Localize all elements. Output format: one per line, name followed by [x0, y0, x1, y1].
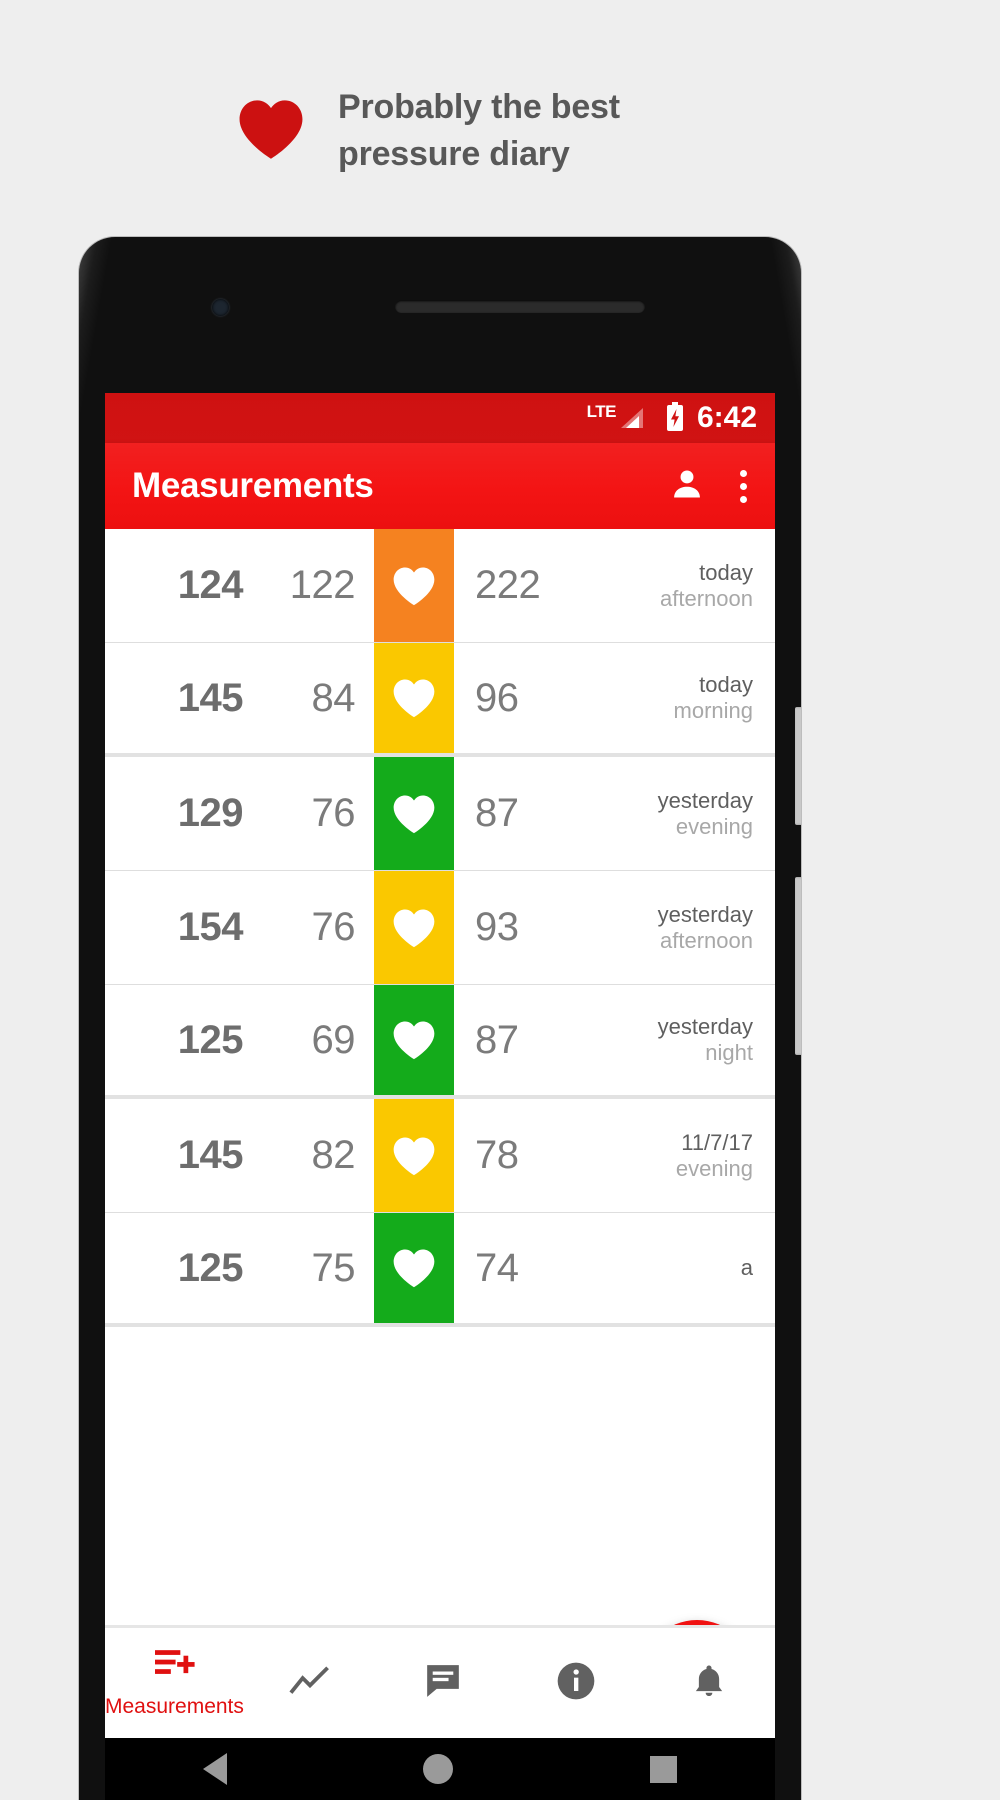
status-badge: [373, 871, 455, 984]
status-badge: [373, 985, 455, 1095]
person-icon[interactable]: [669, 466, 705, 507]
systolic-value: 145: [177, 1133, 244, 1177]
nav-item-line-chart[interactable]: [244, 1628, 377, 1738]
heart-icon: [374, 871, 454, 984]
timestamp-part: afternoon: [660, 585, 753, 611]
pulse-value: 87: [475, 1017, 519, 1062]
bottom-navigation[interactable]: Measurements: [105, 1625, 775, 1738]
timestamp-part: morning: [673, 698, 753, 723]
timestamp-day: yesterday: [657, 901, 753, 927]
battery-charging-icon: [665, 401, 685, 437]
timestamp: yesterday night: [575, 1014, 775, 1066]
diastolic-value: 69: [311, 1017, 356, 1062]
systolic-value: 125: [177, 1017, 244, 1062]
circle-home-icon[interactable]: [423, 1754, 454, 1784]
status-badge: [373, 1213, 455, 1323]
diastolic-value: 76: [311, 905, 356, 949]
square-recents-icon[interactable]: [649, 1755, 677, 1783]
more-vertical-icon[interactable]: [739, 469, 747, 503]
systolic-value: 124: [177, 563, 244, 607]
pulse-value: 74: [475, 1245, 519, 1290]
table-row[interactable]: 145 82 78 11/7/17 evening: [105, 1099, 775, 1213]
timestamp: today afternoon: [575, 560, 775, 612]
promo-headline: Probably the best pressure diary: [338, 84, 798, 178]
timestamp: a: [575, 1255, 775, 1281]
list-add-icon: [153, 1647, 196, 1690]
heart-icon: [374, 985, 454, 1095]
heart-icon: [374, 529, 454, 642]
pulse-value: 78: [475, 1133, 519, 1177]
table-row[interactable]: 154 76 93 yesterday afternoon: [105, 871, 775, 985]
bell-icon: [690, 1661, 728, 1706]
clock-label: 6:42: [696, 401, 757, 434]
pulse-value: 93: [475, 905, 519, 949]
systolic-value: 129: [177, 791, 244, 835]
heart-icon: [374, 643, 454, 753]
timestamp: yesterday evening: [575, 788, 775, 840]
systolic-value: 125: [177, 1245, 244, 1290]
diastolic-value: 84: [311, 675, 356, 720]
status-badge: [373, 1099, 455, 1212]
status-badge: [373, 643, 455, 753]
pulse-value: 222: [475, 563, 541, 607]
measurement-list[interactable]: 124 122 222 today afternoon 145 84 96 today morni…: [105, 529, 775, 1327]
diastolic-value: 122: [289, 563, 356, 607]
front-camera-icon: [212, 299, 229, 316]
nav-item-comment[interactable]: [377, 1628, 510, 1738]
timestamp-day: a: [740, 1255, 753, 1281]
table-row[interactable]: 124 122 222 today afternoon: [105, 529, 775, 643]
comment-icon: [423, 1662, 463, 1705]
promo-banner: Probably the best pressure diary: [0, 0, 1000, 220]
timestamp-part: night: [705, 1040, 753, 1065]
heart-icon: [374, 757, 454, 870]
power-button[interactable]: [795, 877, 801, 1055]
nav-item-bell[interactable]: [642, 1628, 775, 1738]
systolic-value: 145: [177, 675, 244, 720]
triangle-back-icon[interactable]: [203, 1753, 228, 1785]
timestamp-day: yesterday: [657, 787, 753, 813]
timestamp-part: evening: [675, 813, 753, 839]
timestamp-part: afternoon: [660, 927, 753, 953]
timestamp: yesterday afternoon: [575, 902, 775, 954]
network-type-label: LTE: [586, 402, 617, 421]
timestamp-day: today: [699, 559, 753, 585]
promo-headline-line1: Probably the best: [338, 88, 620, 126]
timestamp-day: yesterday: [657, 1014, 753, 1040]
timestamp: today morning: [575, 672, 775, 724]
table-row[interactable]: 125 69 87 yesterday night: [105, 985, 775, 1099]
table-row[interactable]: 129 76 87 yesterday evening: [105, 757, 775, 871]
phone-screen: LTE 6:42 Measurements 124 122 222 today …: [105, 393, 775, 1738]
timestamp-day: today: [699, 672, 753, 698]
nav-item-list-add[interactable]: Measurements: [105, 1628, 244, 1738]
promo-headline-line2: pressure diary: [338, 134, 570, 173]
pulse-value: 87: [475, 791, 519, 835]
volume-button[interactable]: [795, 707, 801, 825]
timestamp: 11/7/17 evening: [575, 1130, 775, 1182]
table-row[interactable]: 145 84 96 today morning: [105, 643, 775, 757]
info-circle-icon: [556, 1661, 596, 1706]
heart-icon: [374, 1099, 454, 1212]
page-title: Measurements: [132, 466, 374, 505]
timestamp-day: 11/7/17: [681, 1129, 753, 1155]
status-badge: [373, 757, 455, 870]
status-bar: LTE 6:42: [105, 393, 775, 443]
diastolic-value: 75: [311, 1245, 356, 1290]
timestamp-part: evening: [675, 1155, 753, 1181]
status-badge: [373, 529, 455, 642]
systolic-value: 154: [177, 905, 244, 949]
table-row[interactable]: 125 75 74 a: [105, 1213, 775, 1327]
android-system-nav[interactable]: [105, 1738, 775, 1800]
nav-item-label: Measurements: [105, 1695, 244, 1718]
heart-icon: [239, 100, 303, 159]
diastolic-value: 76: [311, 791, 356, 835]
app-bar: Measurements: [105, 443, 775, 529]
pulse-value: 96: [475, 675, 519, 720]
line-chart-icon: [288, 1663, 332, 1704]
diastolic-value: 82: [311, 1133, 356, 1177]
earpiece-speaker: [395, 300, 645, 313]
heart-icon: [374, 1213, 454, 1323]
nav-item-info-circle[interactable]: [509, 1628, 642, 1738]
phone-mockup: LTE 6:42 Measurements 124 122 222 today …: [79, 237, 801, 1800]
signal-bars-icon: [617, 406, 645, 435]
